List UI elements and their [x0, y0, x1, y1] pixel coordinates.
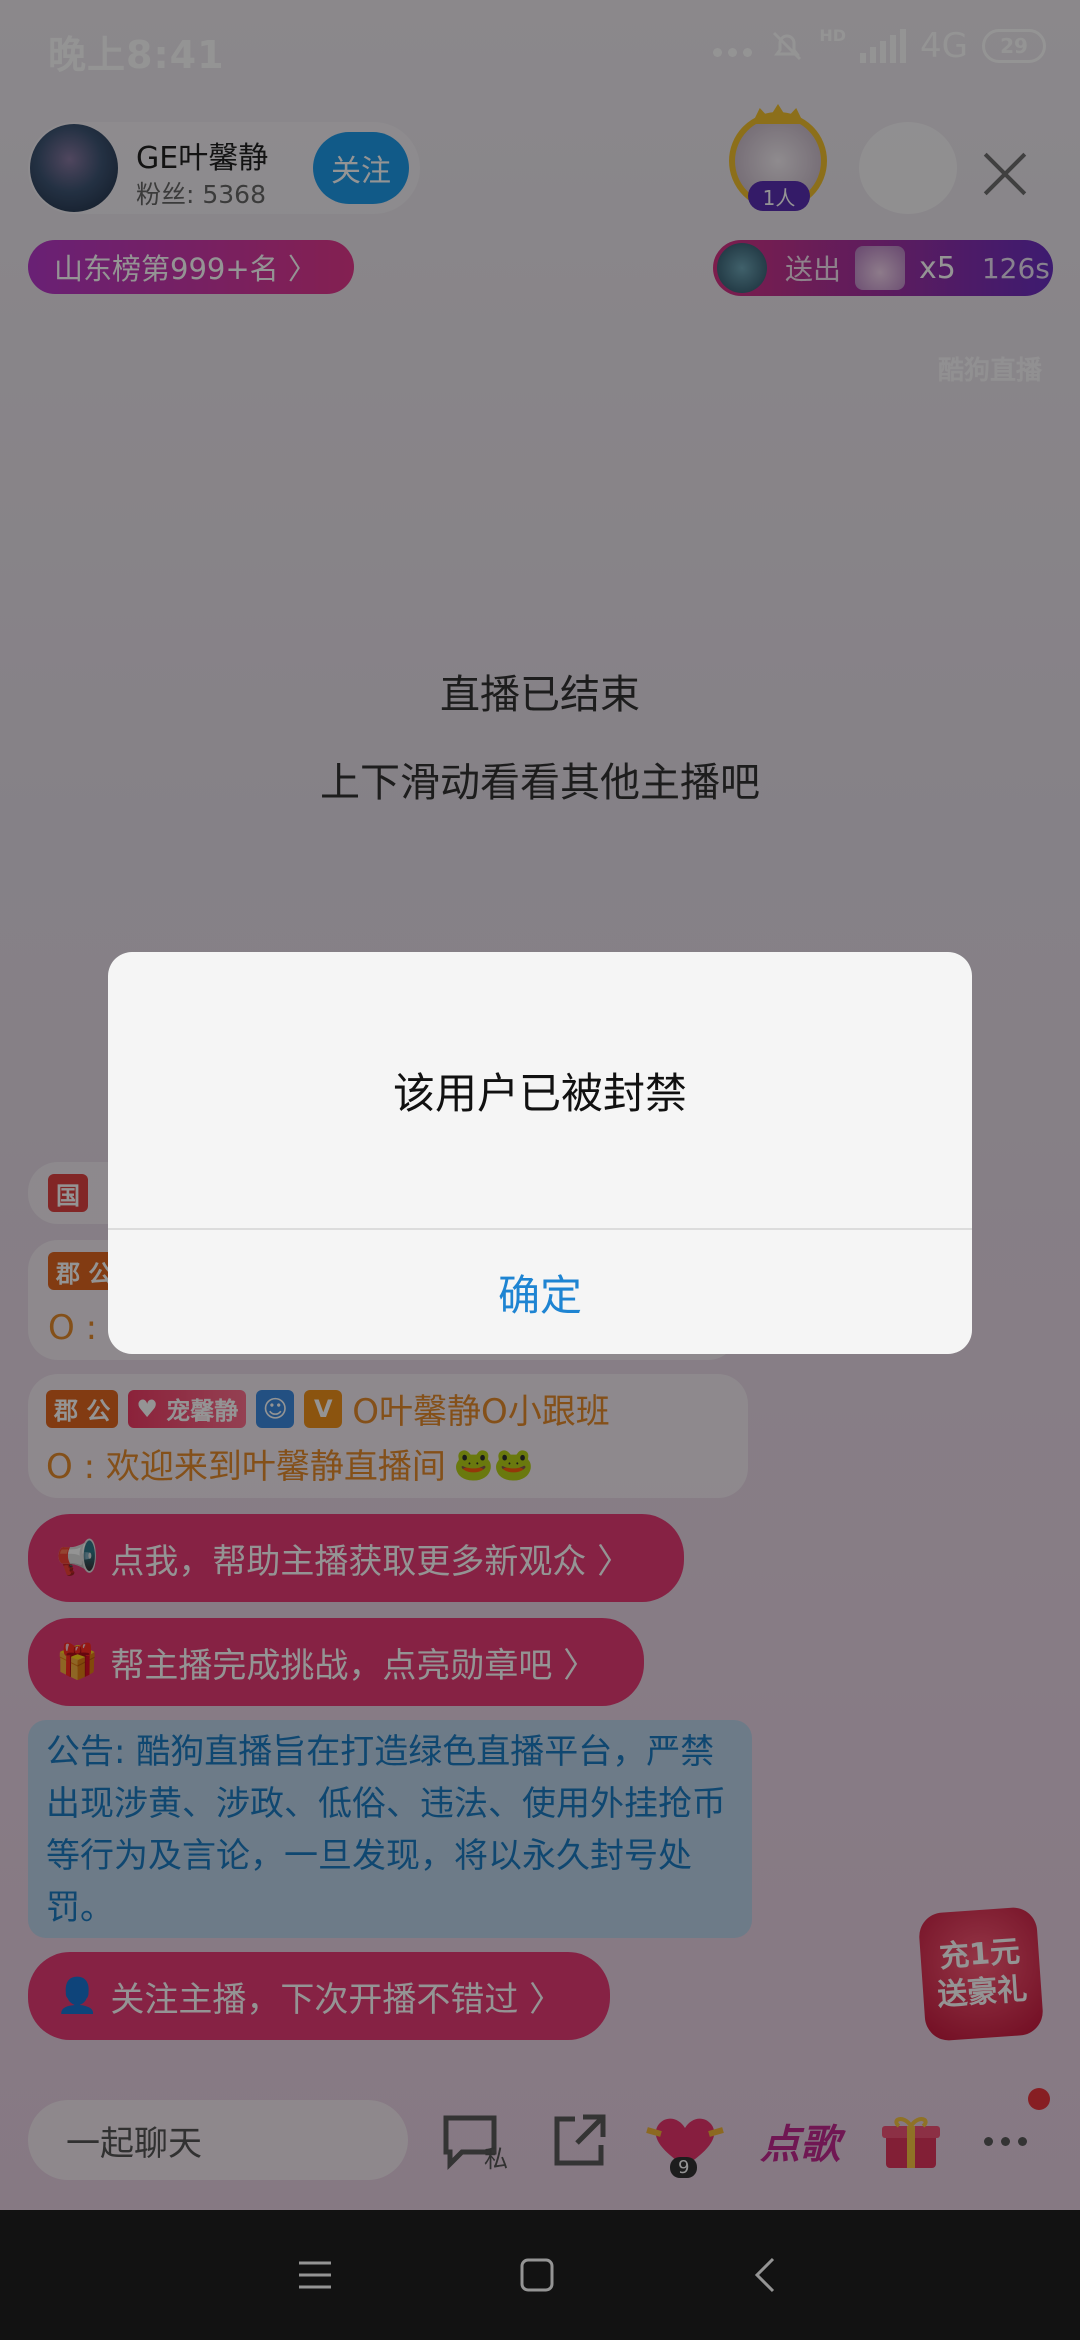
dialog-message: 该用户已被封禁 [392, 1069, 687, 1118]
banned-dialog: 该用户已被封禁 确定 [108, 952, 972, 1354]
confirm-button[interactable]: 确定 [108, 1230, 972, 1354]
